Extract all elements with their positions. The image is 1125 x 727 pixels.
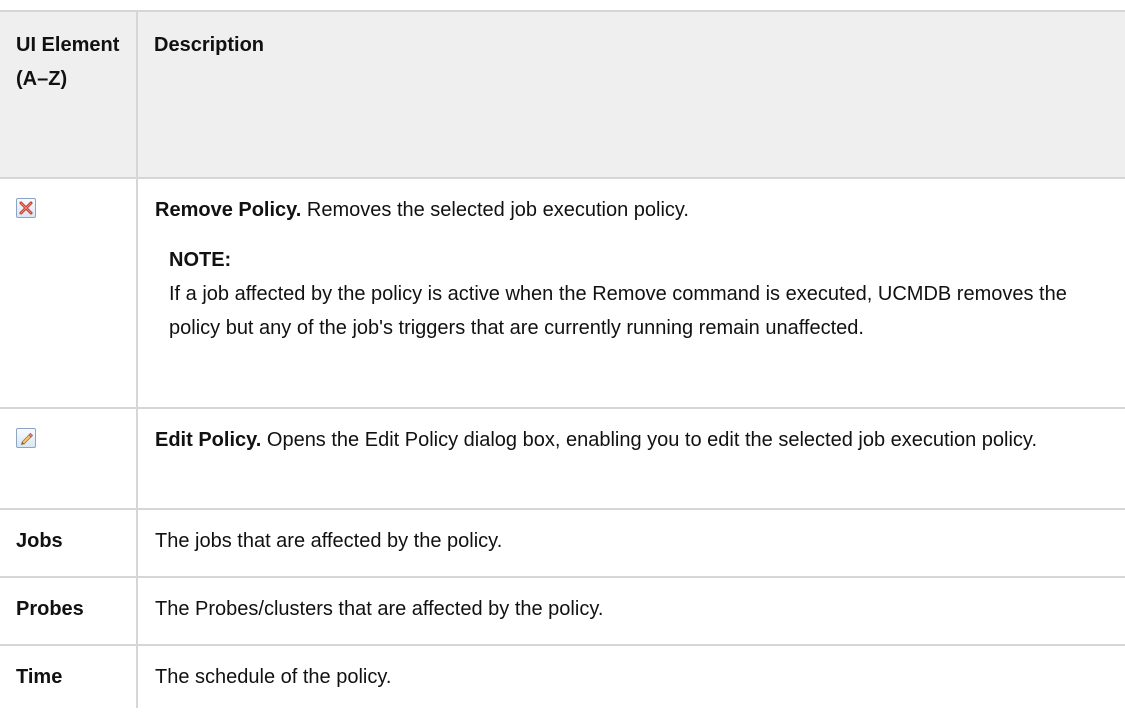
element-cell — [0, 407, 138, 510]
table-header-row: UI Element (A–Z) Description — [0, 10, 1125, 179]
note-label: NOTE: — [169, 249, 232, 271]
description-cell: Remove Policy. Removes the selected job … — [136, 177, 1125, 409]
note-text: If a job affected by the policy is activ… — [169, 283, 1067, 339]
ui-elements-table: UI Element (A–Z) Description Remove Poli… — [0, 10, 1125, 708]
element-cell: Time — [0, 644, 138, 708]
element-cell — [0, 177, 138, 409]
header-ui-element: UI Element (A–Z) — [0, 10, 138, 179]
description-line: Remove Policy. Removes the selected job … — [155, 193, 1117, 227]
table-row: Remove Policy. Removes the selected job … — [0, 177, 1125, 409]
element-title: Remove Policy. — [155, 199, 302, 221]
header-description: Description — [136, 10, 1125, 179]
element-cell: Jobs — [0, 508, 138, 578]
table-row: Time The schedule of the policy. — [0, 644, 1125, 708]
description-cell: The Probes/clusters that are affected by… — [136, 576, 1125, 646]
description-text: Removes the selected job execution polic… — [301, 199, 689, 221]
element-title: Edit Policy. — [155, 429, 262, 451]
description-cell: The schedule of the policy. — [136, 644, 1125, 708]
remove-icon — [16, 198, 36, 218]
description-cell: Edit Policy. Opens the Edit Policy dialo… — [136, 407, 1125, 510]
description-text: Opens the Edit Policy dialog box, enabli… — [261, 429, 1038, 451]
element-cell: Probes — [0, 576, 138, 646]
table-row: Probes The Probes/clusters that are affe… — [0, 576, 1125, 646]
edit-icon — [16, 428, 36, 448]
table-row: Edit Policy. Opens the Edit Policy dialo… — [0, 407, 1125, 510]
description-cell: The jobs that are affected by the policy… — [136, 508, 1125, 578]
note-block: NOTE: If a job affected by the policy is… — [155, 243, 1117, 345]
table-row: Jobs The jobs that are affected by the p… — [0, 508, 1125, 578]
